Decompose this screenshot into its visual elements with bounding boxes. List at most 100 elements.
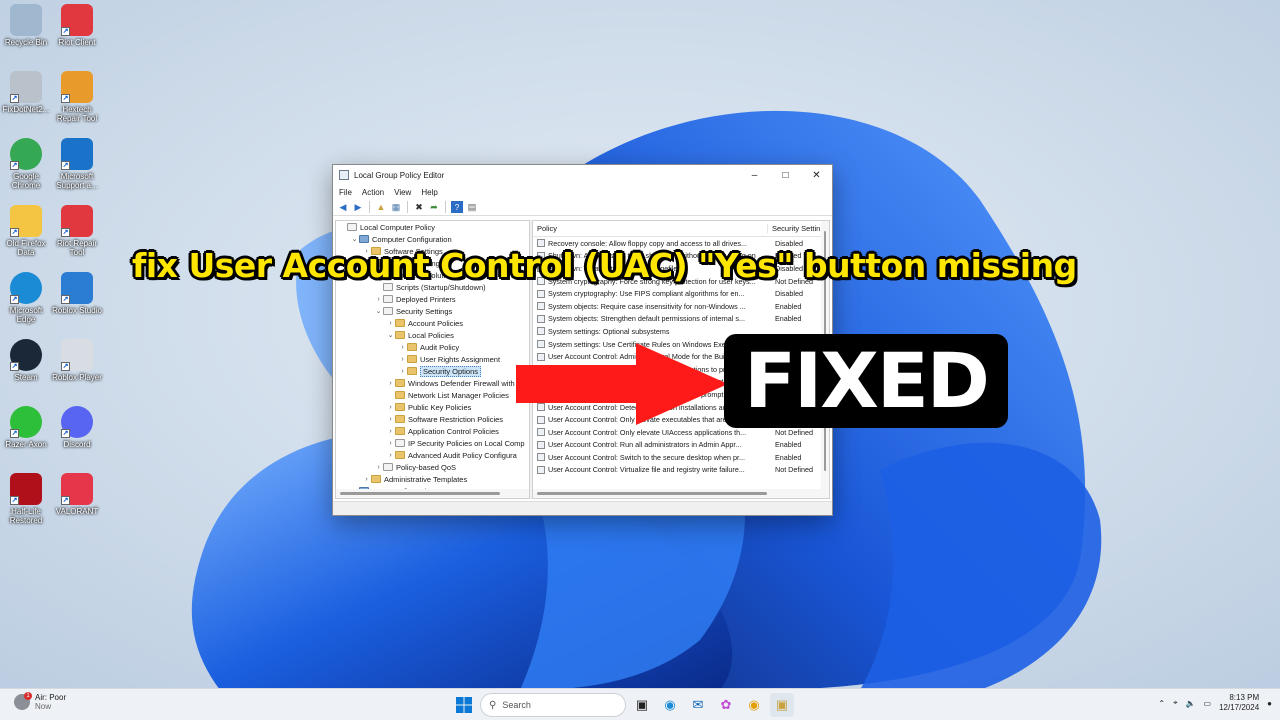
menu-file[interactable]: File [339, 188, 352, 197]
tree-item[interactable]: › Security Options [336, 365, 529, 377]
chevron-down-icon[interactable]: ⌄ [386, 331, 395, 339]
column-header-security-setting[interactable]: Security Settin [767, 224, 829, 233]
up-folder-icon[interactable]: ▲ [375, 201, 387, 213]
taskbar-search[interactable]: ⚲ Search [480, 693, 626, 717]
chevron-right-icon[interactable]: › [398, 356, 407, 363]
edge-icon[interactable]: ◉ [658, 693, 682, 717]
copilot-icon[interactable]: ✿ [714, 693, 738, 717]
desktop-icon[interactable]: ↗ Microsoft Edge [0, 272, 52, 324]
computer-icon [359, 235, 369, 243]
shortcut-arrow-icon: ↗ [10, 362, 19, 371]
tree-item[interactable]: ⌄ Security Settings [336, 305, 529, 317]
desktop-icon[interactable]: ↗ Half-Life Restored [0, 473, 52, 525]
policy-horizontal-scrollbar[interactable] [533, 489, 829, 498]
tree-item[interactable]: › Advanced Audit Policy Configura [336, 449, 529, 461]
chevron-right-icon[interactable]: › [374, 296, 383, 303]
tree-item[interactable]: › User Rights Assignment [336, 353, 529, 365]
chevron-right-icon[interactable]: › [386, 428, 395, 435]
folder-icon [407, 343, 417, 351]
desktop-icon[interactable]: ↗ Roblox Studio [51, 272, 103, 315]
group-policy-taskbar-icon[interactable]: ▣ [770, 693, 794, 717]
chevron-down-icon[interactable]: ⌄ [350, 235, 359, 243]
tree-item-label: Account Policies [408, 318, 464, 328]
desktop-icon[interactable]: ↗ Riot Client [51, 4, 103, 47]
menu-help[interactable]: Help [421, 188, 437, 197]
desktop-icon[interactable]: ↗ Microsoft Support a... [51, 138, 103, 190]
desktop-icon[interactable]: ↗ Discord [51, 406, 103, 449]
tree-item[interactable]: › Deployed Printers [336, 293, 529, 305]
chevron-right-icon[interactable]: › [386, 440, 395, 447]
clock[interactable]: 8:13 PM 12/17/2024 [1219, 693, 1259, 713]
riot-repair-icon: ↗ [61, 205, 93, 237]
notifications-icon[interactable]: ● [1267, 699, 1272, 708]
back-icon[interactable]: ◀ [337, 201, 349, 213]
tree-item[interactable]: › Policy-based QoS [336, 461, 529, 473]
desktop-icon-label: Roblox Studio [52, 306, 102, 315]
tree-item[interactable]: › Audit Policy [336, 341, 529, 353]
export-list-icon[interactable]: ➦ [428, 201, 440, 213]
desktop-icon[interactable]: ↗ Hextech Repair Tool [51, 71, 103, 123]
tree-item[interactable]: ⌄ Local Policies [336, 329, 529, 341]
tree-item[interactable]: › IP Security Policies on Local Comp [336, 437, 529, 449]
chevron-right-icon[interactable]: › [374, 464, 383, 471]
start-button[interactable] [452, 693, 476, 717]
desktop-icon[interactable]: ↗ Old Firefox Data [0, 205, 52, 257]
chevron-right-icon[interactable]: › [386, 452, 395, 459]
menu-action[interactable]: Action [362, 188, 384, 197]
desktop-icon[interactable]: ↗ Google Chrome [0, 138, 52, 190]
window-titlebar[interactable]: Local Group Policy Editor – □ ✕ [333, 165, 832, 185]
delete-icon[interactable]: ✖ [413, 201, 425, 213]
chevron-up-icon[interactable]: ⌃ [1158, 699, 1165, 708]
desktop-icon[interactable]: ↗ Razer Axon [0, 406, 52, 449]
chevron-right-icon[interactable]: › [386, 320, 395, 327]
menu-view[interactable]: View [394, 188, 411, 197]
column-header-policy[interactable]: Policy [533, 224, 767, 233]
chevron-right-icon[interactable]: › [362, 476, 371, 483]
policy-row[interactable]: User Account Control: Run all administra… [533, 439, 829, 452]
network-icon[interactable]: ⌖ [1173, 698, 1178, 708]
tree-item[interactable]: Network List Manager Policies [336, 389, 529, 401]
desktop-icon[interactable]: ↗ Riot Repair Tool [51, 205, 103, 257]
forward-icon[interactable]: ▶ [352, 201, 364, 213]
volume-icon[interactable]: 🔈 [1186, 699, 1196, 708]
battery-icon[interactable]: ▭ [1204, 699, 1212, 708]
chrome-icon[interactable]: ◉ [742, 693, 766, 717]
show-hide-tree-icon[interactable]: ▦ [390, 201, 402, 213]
policy-row[interactable]: User Account Control: Switch to the secu… [533, 451, 829, 464]
close-button[interactable]: ✕ [801, 165, 832, 185]
chevron-right-icon[interactable]: › [386, 380, 395, 387]
desktop-icon[interactable]: ↗ Roblox Player [51, 339, 103, 382]
policy-row[interactable]: User Account Control: Virtualize file an… [533, 464, 829, 477]
tree-item[interactable]: › Public Key Policies [336, 401, 529, 413]
tree-item[interactable]: › Windows Defender Firewall with A [336, 377, 529, 389]
tree-item[interactable]: › Application Control Policies [336, 425, 529, 437]
properties-icon[interactable]: ▤ [466, 201, 478, 213]
tree-item[interactable]: › Account Policies [336, 317, 529, 329]
policy-row[interactable]: System cryptography: Use FIPS compliant … [533, 287, 829, 300]
help-icon[interactable]: ? [451, 201, 463, 213]
tree-horizontal-scrollbar[interactable] [336, 489, 529, 498]
chevron-right-icon[interactable]: › [398, 368, 407, 375]
minimize-button[interactable]: – [739, 165, 770, 185]
desktop-icon[interactable]: ↗ VALORANT [51, 473, 103, 516]
policy-row[interactable]: System objects: Strengthen default permi… [533, 313, 829, 326]
tree-item[interactable]: ⌄ Computer Configuration [336, 233, 529, 245]
chevron-right-icon[interactable]: › [386, 404, 395, 411]
tree-item[interactable]: Local Computer Policy [336, 221, 529, 233]
desktop-icon[interactable]: ↗ FixDotNet2... [0, 71, 52, 114]
policy-setting-icon [537, 465, 545, 474]
desktop-icon[interactable]: Recycle Bin [0, 4, 52, 47]
desktop-icon[interactable]: ↗ Steam [0, 339, 52, 382]
chevron-right-icon[interactable]: › [386, 416, 395, 423]
task-view-icon[interactable]: ▣ [630, 693, 654, 717]
policy-row[interactable]: System objects: Require case insensitivi… [533, 300, 829, 313]
outlook-icon[interactable]: ✉ [686, 693, 710, 717]
tree-item-label: Policy-based QoS [396, 462, 457, 472]
chevron-down-icon[interactable]: ⌄ [374, 307, 383, 315]
maximize-button[interactable]: □ [770, 165, 801, 185]
chevron-right-icon[interactable]: › [398, 344, 407, 351]
tree-item[interactable]: › Software Restriction Policies [336, 413, 529, 425]
shortcut-arrow-icon: ↗ [10, 94, 19, 103]
weather-widget[interactable]: 1 Air: Poor Now [14, 692, 66, 711]
tree-item[interactable]: › Administrative Templates [336, 473, 529, 485]
